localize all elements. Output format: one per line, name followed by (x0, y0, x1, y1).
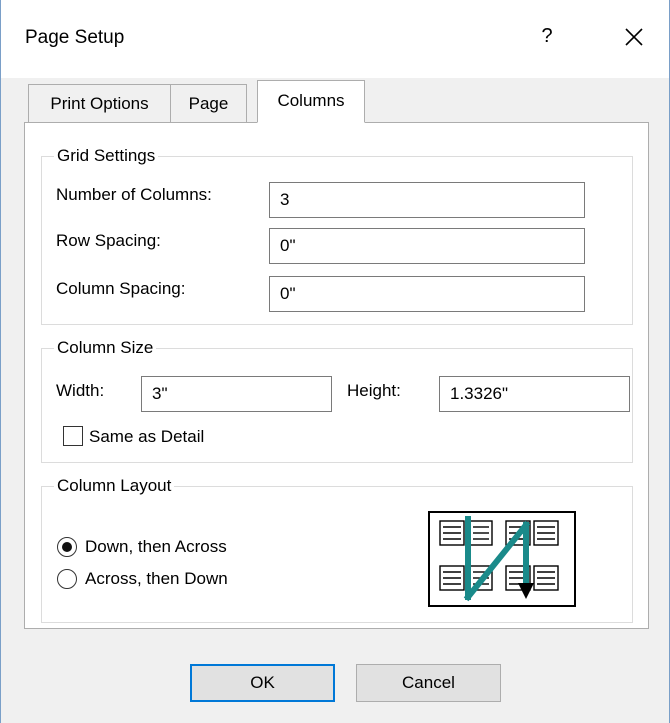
column-spacing-label: Column Spacing: (56, 279, 186, 298)
across-then-down-radio[interactable] (57, 569, 77, 589)
down-then-across-label: Down, then Across (85, 537, 227, 556)
column-size-title: Column Size (54, 337, 157, 359)
grid-settings-title: Grid Settings (54, 145, 159, 167)
help-button[interactable]: ? (529, 18, 565, 54)
same-as-detail-checkbox[interactable] (63, 426, 83, 446)
height-input[interactable]: 1.3326" (439, 376, 630, 412)
tab-print-options[interactable]: Print Options (28, 84, 171, 122)
ok-button[interactable]: OK (190, 664, 335, 702)
down-then-across-radio[interactable] (57, 537, 77, 557)
column-layout-title: Column Layout (54, 475, 175, 497)
dialog-title: Page Setup (25, 27, 125, 48)
tab-page[interactable]: Page (170, 84, 247, 122)
number-of-columns-input[interactable]: 3 (269, 182, 585, 218)
row-spacing-label: Row Spacing: (56, 231, 161, 250)
column-spacing-input[interactable]: 0" (269, 276, 585, 312)
column-layout-preview-icon (428, 511, 576, 607)
number-of-columns-label: Number of Columns: (56, 185, 212, 204)
across-then-down-label: Across, then Down (85, 569, 228, 588)
title-bar: Page Setup ? (1, 0, 669, 78)
row-spacing-input[interactable]: 0" (269, 228, 585, 264)
width-label: Width: (56, 381, 105, 400)
cancel-button[interactable]: Cancel (356, 664, 501, 702)
close-button[interactable] (613, 18, 653, 54)
width-input[interactable]: 3" (141, 376, 332, 412)
page-setup-dialog: Page Setup ? Print Options Page Columns … (0, 0, 670, 723)
same-as-detail-label: Same as Detail (89, 427, 205, 446)
close-icon (625, 28, 643, 46)
tab-columns[interactable]: Columns (257, 80, 365, 123)
height-label: Height: (347, 381, 401, 400)
